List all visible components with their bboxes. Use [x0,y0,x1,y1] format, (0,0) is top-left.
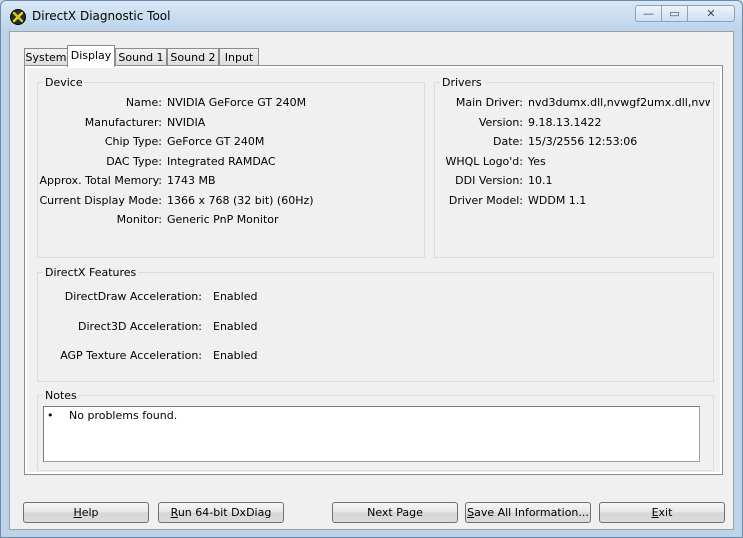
driver-label: Date: [493,135,523,148]
device-row-monitor: Monitor: Generic PnP Monitor [38,213,424,229]
device-label: Manufacturer: [84,116,162,129]
directx-features-group: DirectX Features DirectDraw Acceleration… [37,266,714,382]
display-tab-panel: Device Name: NVIDIA GeForce GT 240M Manu… [24,65,723,475]
help-access-key: H [73,506,82,519]
tab-sound-1[interactable]: Sound 1 [115,48,167,66]
driver-value: 9.18.13.1422 [528,116,602,129]
driver-label: WHQL Logo'd: [445,155,523,168]
directx-icon [10,9,26,25]
device-row-dac-type: DAC Type: Integrated RAMDAC [38,155,424,171]
tab-system[interactable]: System [24,48,68,66]
exit-button[interactable]: Exit [599,502,725,523]
device-value: NVIDIA [167,116,206,129]
device-label: Monitor: [116,213,162,226]
dxdiag-window: DirectX Diagnostic Tool — ▭ ✕ System Dis… [0,0,743,538]
device-value: 1743 MB [167,174,216,187]
close-button[interactable]: ✕ [687,5,735,22]
notes-group-title: Notes [43,389,79,402]
notes-group: Notes • No problems found. [37,389,714,471]
device-label: Approx. Total Memory: [39,174,163,187]
device-label: Current Display Mode: [39,194,162,207]
exit-access-key: E [651,506,659,519]
tab-display[interactable]: Display [67,45,115,67]
drivers-group-title: Drivers [440,76,484,89]
driver-row-main-driver: Main Driver: nvd3dumx.dll,nvwgf2umx.dll,… [435,96,713,112]
driver-value: WDDM 1.1 [528,194,587,207]
driver-label: Version: [478,116,523,129]
device-row-name: Name: NVIDIA GeForce GT 240M [38,96,424,112]
driver-row-driver-model: Driver Model: WDDM 1.1 [435,194,713,210]
driver-row-date: Date: 15/3/2556 12:53:06 [435,135,713,151]
feature-label: Direct3D Acceleration: [78,320,202,333]
tab-input[interactable]: Input [219,48,259,66]
drivers-group: Drivers Main Driver: nvd3dumx.dll,nvwgf2… [434,76,714,258]
run-64bit-dxdiag-button[interactable]: Run 64-bit DxDiag [158,502,284,523]
client-area: System Display Sound 1 Sound 2 Input Dev… [9,31,734,530]
minimize-button[interactable]: — [635,5,662,22]
run64-button-label: un 64-bit DxDiag [177,506,272,519]
device-label: Name: [125,96,162,109]
driver-value: Yes [528,155,546,168]
device-row-memory: Approx. Total Memory: 1743 MB [38,174,424,190]
feature-value: Enabled [213,349,258,362]
feature-row-directdraw: DirectDraw Acceleration: Enabled [38,290,713,306]
feature-row-agp-texture: AGP Texture Acceleration: Enabled [38,349,713,365]
save-all-information-button[interactable]: Save All Information... [465,502,591,523]
device-label: Chip Type: [104,135,162,148]
device-value: NVIDIA GeForce GT 240M [167,96,307,109]
save-button-label: ave All Information... [474,506,589,519]
feature-row-direct3d: Direct3D Acceleration: Enabled [38,320,713,336]
maximize-button[interactable]: ▭ [661,5,688,22]
notes-text: No problems found. [69,409,178,422]
device-value: Generic PnP Monitor [167,213,279,226]
device-row-chip-type: Chip Type: GeForce GT 240M [38,135,424,151]
feature-value: Enabled [213,290,258,303]
driver-row-version: Version: 9.18.13.1422 [435,116,713,132]
notes-textbox[interactable]: • No problems found. [43,406,700,462]
features-group-title: DirectX Features [43,266,139,279]
device-row-manufacturer: Manufacturer: NVIDIA [38,116,424,132]
driver-row-whql: WHQL Logo'd: Yes [435,155,713,171]
notes-bullet: • [47,409,54,422]
driver-value: nvd3dumx.dll,nvwgf2umx.dll,nvwgf2 [528,96,710,109]
title-bar[interactable]: DirectX Diagnostic Tool — ▭ ✕ [1,1,742,31]
driver-value: 15/3/2556 12:53:06 [528,135,638,148]
driver-label: Main Driver: [455,96,523,109]
driver-row-ddi-version: DDI Version: 10.1 [435,174,713,190]
feature-value: Enabled [213,320,258,333]
device-value: GeForce GT 240M [167,135,265,148]
next-page-button[interactable]: Next Page [332,502,458,523]
run64-access-key: R [170,506,178,519]
help-button[interactable]: Help [23,502,149,523]
device-group: Device Name: NVIDIA GeForce GT 240M Manu… [37,76,425,258]
exit-button-label: xit [658,506,673,519]
device-value: 1366 x 768 (32 bit) (60Hz) [167,194,314,207]
device-value: Integrated RAMDAC [167,155,276,168]
driver-label: Driver Model: [448,194,523,207]
device-label: DAC Type: [106,155,162,168]
device-row-display-mode: Current Display Mode: 1366 x 768 (32 bit… [38,194,424,210]
device-group-title: Device [43,76,85,89]
feature-label: AGP Texture Acceleration: [60,349,202,362]
window-title: DirectX Diagnostic Tool [32,9,171,23]
help-button-label: elp [81,506,99,519]
driver-value: 10.1 [528,174,553,187]
driver-label: DDI Version: [455,174,523,187]
feature-label: DirectDraw Acceleration: [64,290,202,303]
tab-sound-2[interactable]: Sound 2 [167,48,219,66]
